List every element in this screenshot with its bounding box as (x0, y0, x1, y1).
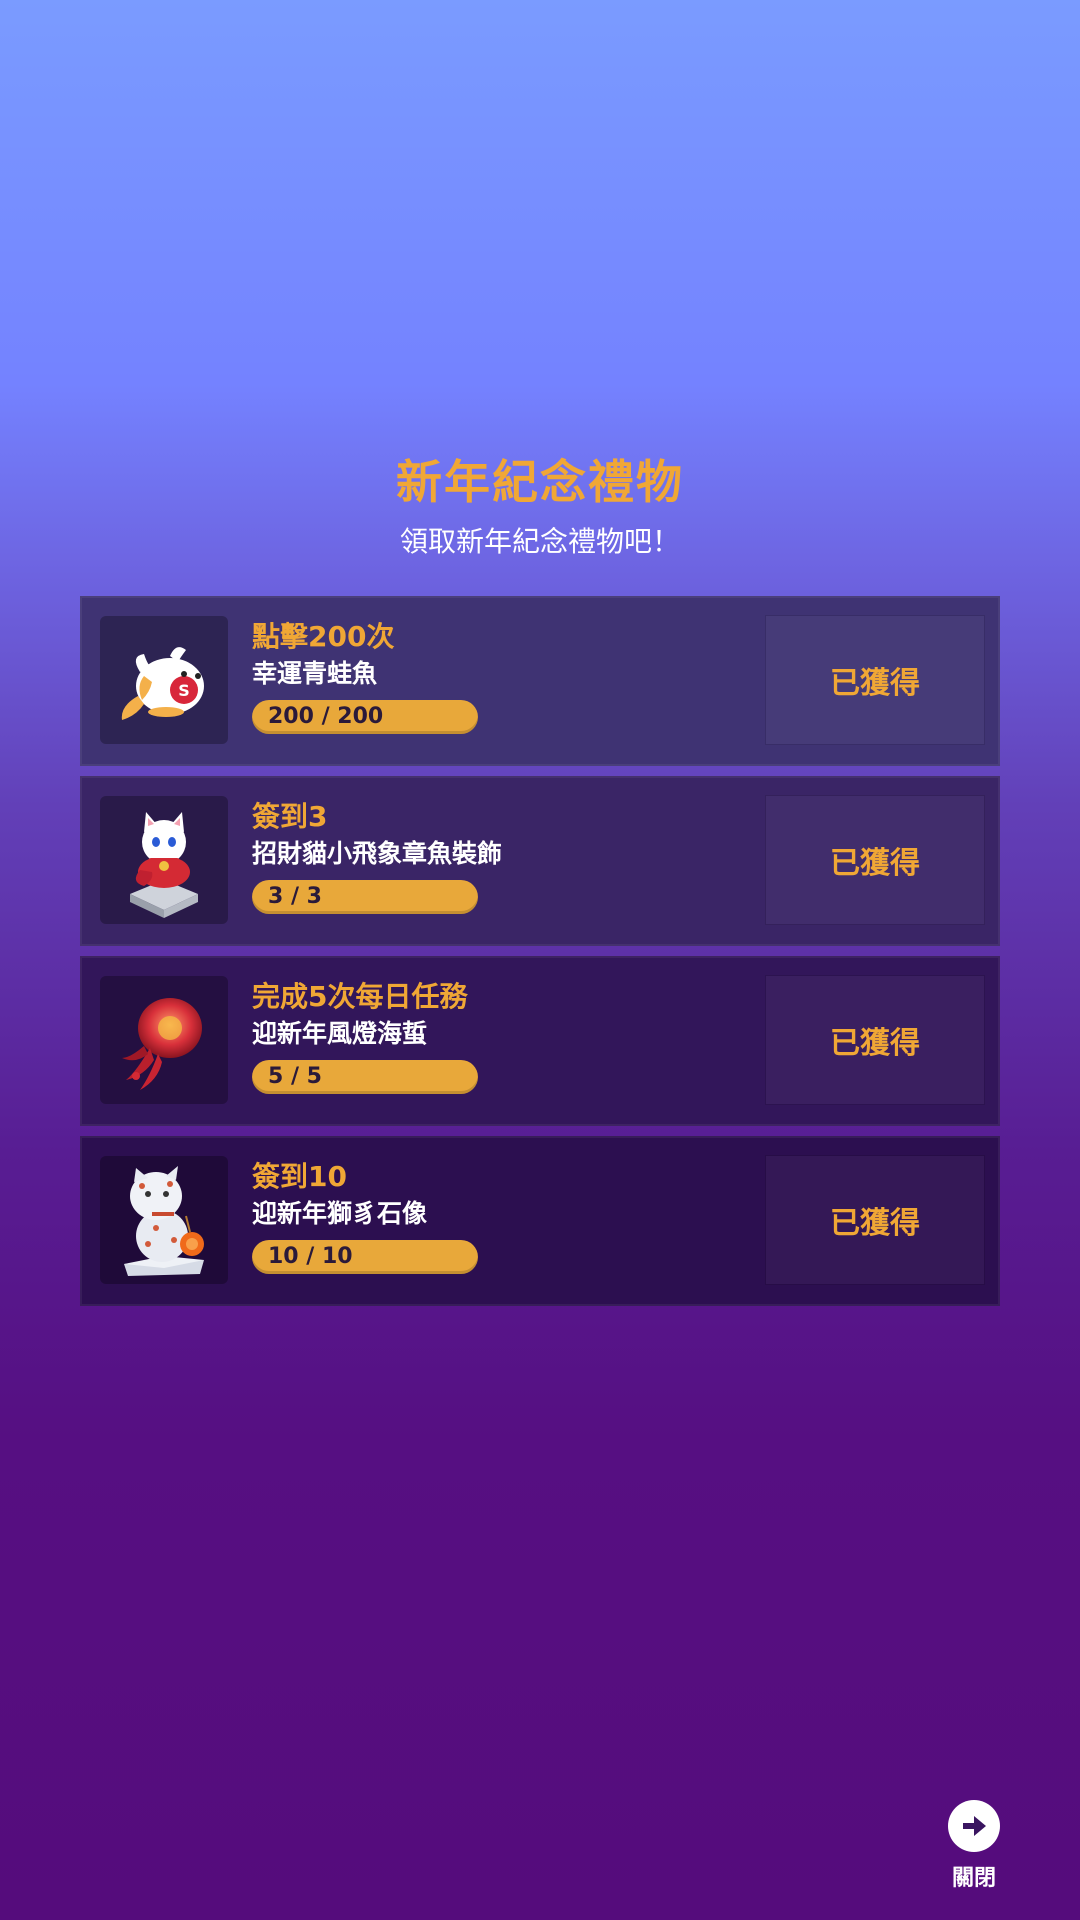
reward-name: 招財貓小飛象章魚裝飾 (252, 839, 503, 868)
lucky-frog-fish-icon: S (100, 616, 228, 744)
arrow-right-icon[interactable] (948, 1800, 1000, 1852)
task-label: 完成5次每日任務 (252, 980, 468, 1013)
reward-list: S 點擊200次 幸運青蛙魚 200 / 200 已獲得 簽到3 招財貓小飛象章… (80, 596, 1000, 1316)
reward-card: 簽到10 迎新年獅豸石像 10 / 10 已獲得 (80, 1136, 1000, 1306)
lantern-jellyfish-icon (100, 976, 228, 1104)
reward-info: 完成5次每日任務 迎新年風燈海蜇 5 / 5 (252, 980, 772, 1094)
reward-info: 簽到10 迎新年獅豸石像 10 / 10 (252, 1160, 772, 1274)
progress-bar: 5 / 5 (252, 1060, 478, 1094)
progress-bar: 3 / 3 (252, 880, 478, 914)
reward-card: 完成5次每日任務 迎新年風燈海蜇 5 / 5 已獲得 (80, 956, 1000, 1126)
reward-card: S 點擊200次 幸運青蛙魚 200 / 200 已獲得 (80, 596, 1000, 766)
status-obtained-button[interactable]: 已獲得 (766, 1156, 984, 1284)
header: 新年紀念禮物 領取新年紀念禮物吧！ (0, 452, 1080, 560)
progress-text: 200 / 200 (268, 704, 384, 729)
svg-text:S: S (178, 681, 190, 700)
page-title: 新年紀念禮物 (396, 455, 684, 509)
progress-text: 10 / 10 (268, 1244, 353, 1269)
reward-name: 幸運青蛙魚 (252, 659, 378, 688)
task-label: 點擊200次 (252, 620, 395, 653)
status-obtained-button[interactable]: 已獲得 (766, 796, 984, 924)
reward-info: 簽到3 招財貓小飛象章魚裝飾 3 / 3 (252, 800, 772, 914)
reward-name: 迎新年獅豸石像 (252, 1199, 428, 1228)
reward-card: 簽到3 招財貓小飛象章魚裝飾 3 / 3 已獲得 (80, 776, 1000, 946)
close-label[interactable]: 關閉 (942, 1860, 1006, 1892)
status-obtained-button[interactable]: 已獲得 (766, 616, 984, 744)
reward-info: 點擊200次 幸運青蛙魚 200 / 200 (252, 620, 772, 734)
progress-bar: 10 / 10 (252, 1240, 478, 1274)
progress-text: 5 / 5 (268, 1064, 322, 1089)
reward-name: 迎新年風燈海蜇 (252, 1019, 428, 1048)
task-label: 簽到3 (252, 800, 328, 833)
progress-text: 3 / 3 (268, 884, 322, 909)
page-subtitle: 領取新年紀念禮物吧！ (399, 525, 680, 558)
status-obtained-button[interactable]: 已獲得 (766, 976, 984, 1104)
progress-bar: 200 / 200 (252, 700, 478, 734)
lucky-cat-icon (100, 796, 228, 924)
task-label: 簽到10 (252, 1160, 347, 1193)
close-button[interactable]: 關閉 (942, 1800, 1006, 1892)
lion-statue-icon (100, 1156, 228, 1284)
